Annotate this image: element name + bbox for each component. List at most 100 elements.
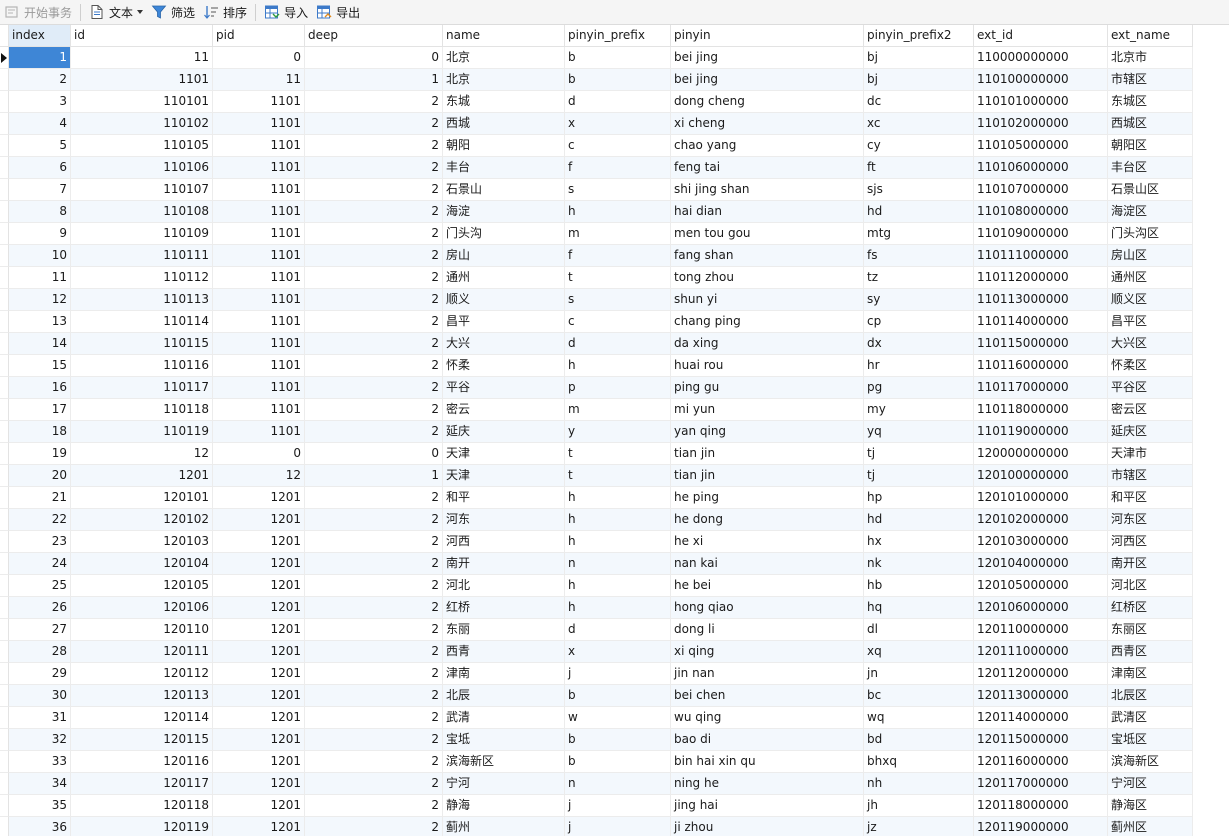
cell-index[interactable]: 30	[9, 685, 71, 707]
cell-pinyin-prefix2[interactable]: sy	[864, 289, 974, 311]
cell-ext-name[interactable]: 延庆区	[1108, 421, 1193, 443]
cell-pid[interactable]: 1101	[213, 157, 305, 179]
column-header-pinyin-prefix[interactable]: pinyin_prefix	[565, 25, 671, 47]
cell-pinyin-prefix[interactable]: c	[565, 311, 671, 333]
cell-pid[interactable]: 1101	[213, 201, 305, 223]
cell-ext-name[interactable]: 宝坻区	[1108, 729, 1193, 751]
cell-pinyin-prefix[interactable]: h	[565, 531, 671, 553]
cell-pinyin-prefix[interactable]: x	[565, 113, 671, 135]
cell-ext-id[interactable]: 110115000000	[974, 333, 1108, 355]
cell-pinyin[interactable]: ji zhou	[671, 817, 864, 836]
cell-pinyin[interactable]: xi cheng	[671, 113, 864, 135]
cell-pid[interactable]: 1101	[213, 91, 305, 113]
cell-pinyin[interactable]: men tou gou	[671, 223, 864, 245]
cell-id[interactable]: 1201	[71, 465, 213, 487]
cell-name[interactable]: 北辰	[443, 685, 565, 707]
cell-name[interactable]: 红桥	[443, 597, 565, 619]
cell-pinyin-prefix[interactable]: h	[565, 201, 671, 223]
cell-ext-name[interactable]: 市辖区	[1108, 465, 1193, 487]
cell-pinyin[interactable]: he xi	[671, 531, 864, 553]
cell-ext-id[interactable]: 120110000000	[974, 619, 1108, 641]
cell-pinyin-prefix[interactable]: h	[565, 509, 671, 531]
cell-deep[interactable]: 2	[305, 795, 443, 817]
cell-id[interactable]: 110116	[71, 355, 213, 377]
cell-pid[interactable]: 1101	[213, 223, 305, 245]
cell-pid[interactable]: 1201	[213, 773, 305, 795]
cell-name[interactable]: 河东	[443, 509, 565, 531]
column-header-ext-name[interactable]: ext_name	[1108, 25, 1193, 47]
cell-index[interactable]: 3	[9, 91, 71, 113]
cell-index[interactable]: 22	[9, 509, 71, 531]
cell-pinyin-prefix[interactable]: w	[565, 707, 671, 729]
table-row[interactable]: 33 120116 1201 2 滨海新区 b bin hai xin qu bhxq 1201…	[0, 751, 1229, 773]
cell-pid[interactable]: 1101	[213, 245, 305, 267]
row-indicator[interactable]	[0, 531, 9, 553]
table-row[interactable]: 11 110112 1101 2 通州 t tong zhou tz 110112000000 通…	[0, 267, 1229, 289]
cell-name[interactable]: 静海	[443, 795, 565, 817]
cell-name[interactable]: 和平	[443, 487, 565, 509]
cell-pinyin-prefix2[interactable]: my	[864, 399, 974, 421]
column-header-ext-id[interactable]: ext_id	[974, 25, 1108, 47]
row-indicator[interactable]	[0, 135, 9, 157]
cell-pid[interactable]: 1201	[213, 553, 305, 575]
table-row[interactable]: 15 110116 1101 2 怀柔 h huai rou hr 110116000000 怀柔…	[0, 355, 1229, 377]
cell-ext-name[interactable]: 大兴区	[1108, 333, 1193, 355]
cell-ext-id[interactable]: 120105000000	[974, 575, 1108, 597]
table-row[interactable]: 29 120112 1201 2 津南 j jin nan jn 120112000000 津南区	[0, 663, 1229, 685]
cell-index[interactable]: 2	[9, 69, 71, 91]
cell-ext-id[interactable]: 110114000000	[974, 311, 1108, 333]
cell-pinyin-prefix[interactable]: p	[565, 377, 671, 399]
cell-index[interactable]: 14	[9, 333, 71, 355]
cell-pinyin-prefix[interactable]: j	[565, 795, 671, 817]
cell-ext-name[interactable]: 丰台区	[1108, 157, 1193, 179]
cell-id[interactable]: 12	[71, 443, 213, 465]
cell-ext-name[interactable]: 河北区	[1108, 575, 1193, 597]
cell-id[interactable]: 120111	[71, 641, 213, 663]
cell-pinyin-prefix2[interactable]: dc	[864, 91, 974, 113]
cell-name[interactable]: 蓟州	[443, 817, 565, 836]
cell-deep[interactable]: 2	[305, 729, 443, 751]
cell-pinyin[interactable]: tian jin	[671, 465, 864, 487]
row-indicator[interactable]	[0, 795, 9, 817]
cell-index[interactable]: 10	[9, 245, 71, 267]
cell-deep[interactable]: 2	[305, 399, 443, 421]
cell-id[interactable]: 110117	[71, 377, 213, 399]
column-header-deep[interactable]: deep	[305, 25, 443, 47]
table-row[interactable]: 32 120115 1201 2 宝坻 b bao di bd 120115000000 宝坻区	[0, 729, 1229, 751]
cell-pinyin-prefix2[interactable]: mtg	[864, 223, 974, 245]
table-row[interactable]: 36 120119 1201 2 蓟州 j ji zhou jz 120119000000 蓟州区	[0, 817, 1229, 836]
cell-index[interactable]: 6	[9, 157, 71, 179]
cell-pinyin[interactable]: dong cheng	[671, 91, 864, 113]
cell-name[interactable]: 河西	[443, 531, 565, 553]
cell-ext-name[interactable]: 河西区	[1108, 531, 1193, 553]
cell-ext-name[interactable]: 东丽区	[1108, 619, 1193, 641]
cell-pinyin[interactable]: da xing	[671, 333, 864, 355]
row-indicator[interactable]	[0, 817, 9, 836]
cell-index[interactable]: 18	[9, 421, 71, 443]
cell-id[interactable]: 110114	[71, 311, 213, 333]
cell-index[interactable]: 15	[9, 355, 71, 377]
cell-ext-name[interactable]: 房山区	[1108, 245, 1193, 267]
begin-transaction-button[interactable]: 开始事务	[0, 0, 76, 25]
cell-pinyin-prefix[interactable]: m	[565, 399, 671, 421]
row-indicator[interactable]	[0, 267, 9, 289]
cell-name[interactable]: 天津	[443, 465, 565, 487]
row-indicator[interactable]	[0, 179, 9, 201]
cell-id[interactable]: 120119	[71, 817, 213, 836]
cell-name[interactable]: 石景山	[443, 179, 565, 201]
table-row[interactable]: 25 120105 1201 2 河北 h he bei hb 120105000000 河北区	[0, 575, 1229, 597]
cell-ext-id[interactable]: 110108000000	[974, 201, 1108, 223]
cell-deep[interactable]: 2	[305, 531, 443, 553]
cell-name[interactable]: 武清	[443, 707, 565, 729]
cell-pinyin[interactable]: fang shan	[671, 245, 864, 267]
cell-pid[interactable]: 1201	[213, 487, 305, 509]
cell-pinyin-prefix2[interactable]: sjs	[864, 179, 974, 201]
table-row[interactable]: 6 110106 1101 2 丰台 f feng tai ft 110106000000 丰台区	[0, 157, 1229, 179]
cell-pinyin-prefix[interactable]: m	[565, 223, 671, 245]
row-indicator[interactable]	[0, 751, 9, 773]
cell-ext-id[interactable]: 120103000000	[974, 531, 1108, 553]
cell-pinyin[interactable]: mi yun	[671, 399, 864, 421]
cell-deep[interactable]: 2	[305, 509, 443, 531]
row-indicator[interactable]	[0, 487, 9, 509]
cell-ext-id[interactable]: 120111000000	[974, 641, 1108, 663]
